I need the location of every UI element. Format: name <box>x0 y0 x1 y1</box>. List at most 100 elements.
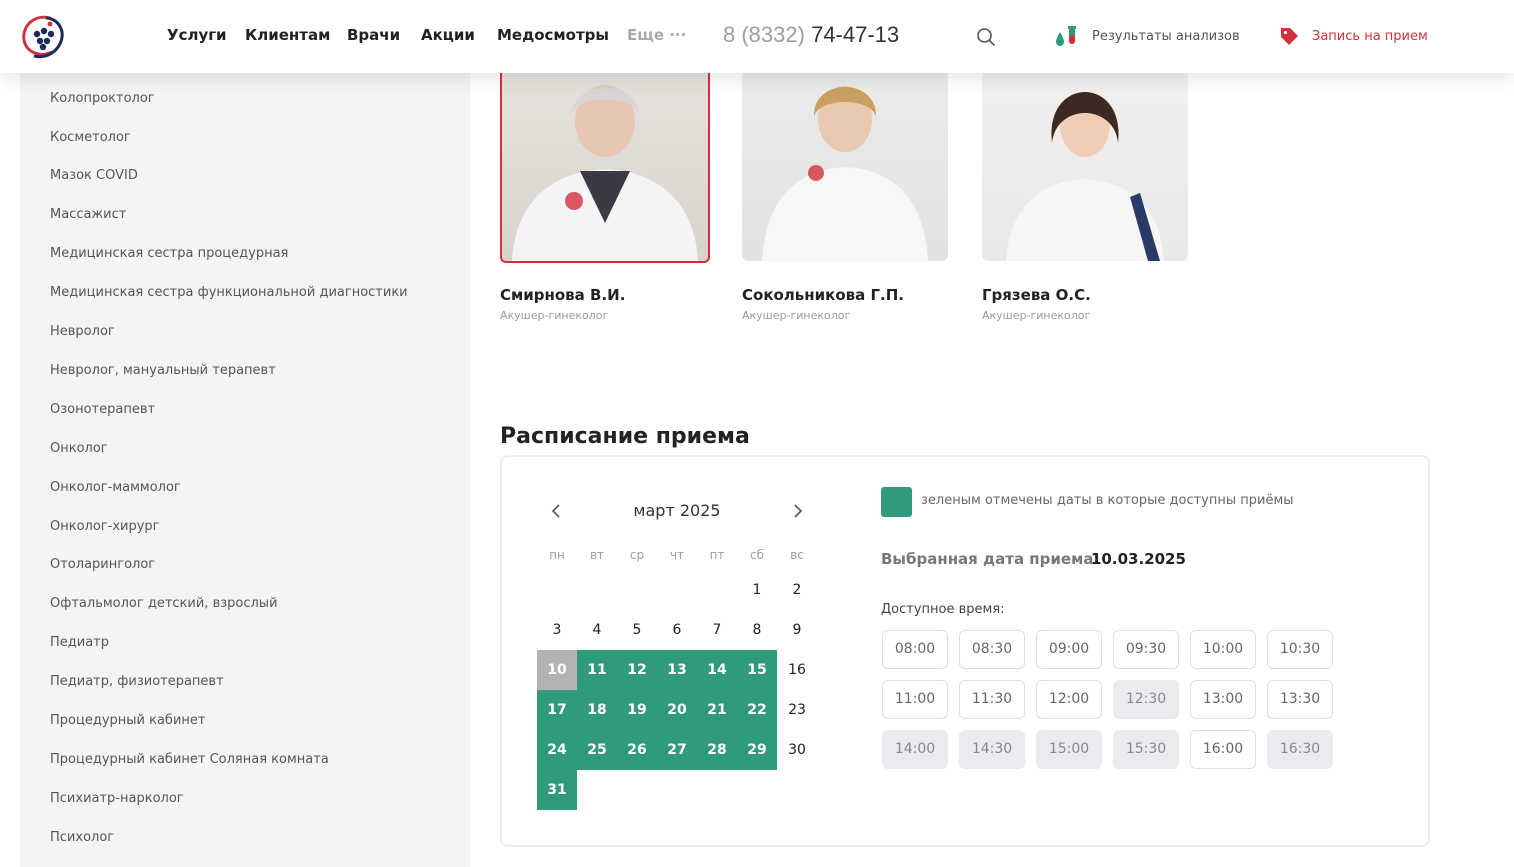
calendar-day[interactable]: 19 <box>617 690 657 730</box>
calendar-day[interactable]: 22 <box>737 690 777 730</box>
calendar-day[interactable]: 26 <box>617 730 657 770</box>
doctor-name[interactable]: Смирнова В.И. <box>500 286 625 304</box>
time-slot[interactable]: 13:00 <box>1190 680 1256 719</box>
calendar-day[interactable]: 24 <box>537 730 577 770</box>
sidebar-item[interactable]: Медицинская сестра функциональной диагно… <box>50 285 408 300</box>
time-slot-busy[interactable]: 12:30 <box>1113 680 1179 719</box>
calendar-day: 23 <box>788 702 806 718</box>
calendar-day[interactable]: 11 <box>577 650 617 690</box>
sidebar-item[interactable]: Невролог, мануальный терапевт <box>50 363 276 378</box>
specialty-sidebar: Колопроктолог Косметолог Мазок COVID Мас… <box>20 73 470 867</box>
time-slot[interactable]: 11:00 <box>882 680 948 719</box>
calendar-day[interactable]: 15 <box>737 650 777 690</box>
site-header: Услуги Клиентам Врачи Акции Медосмотры Е… <box>0 0 1514 73</box>
weekday-label: сб <box>750 548 764 562</box>
sidebar-item[interactable]: Психиатр-нарколог <box>50 791 184 806</box>
calendar-day: 16 <box>788 662 806 678</box>
time-slot-busy[interactable]: 15:00 <box>1036 730 1102 769</box>
sidebar-item[interactable]: Онколог-маммолог <box>50 480 181 495</box>
calendar-day[interactable]: 20 <box>657 690 697 730</box>
time-slot[interactable]: 10:00 <box>1190 630 1256 669</box>
nav-more[interactable]: Еще ··· <box>627 26 686 44</box>
calendar-day[interactable]: 14 <box>697 650 737 690</box>
time-slot-busy[interactable]: 14:00 <box>882 730 948 769</box>
clinic-logo-icon[interactable] <box>20 12 66 60</box>
time-slot-busy[interactable]: 15:30 <box>1113 730 1179 769</box>
calendar-day[interactable]: 12 <box>617 650 657 690</box>
lab-results-link[interactable]: Результаты анализов <box>1054 24 1240 48</box>
time-slot[interactable]: 16:00 <box>1190 730 1256 769</box>
doctor-name[interactable]: Сокольникова Г.П. <box>742 286 904 304</box>
sidebar-item[interactable]: Педиатр <box>50 635 109 650</box>
weekday-label: пн <box>549 548 565 562</box>
calendar-day: 9 <box>792 622 802 638</box>
sidebar-item[interactable]: Процедурный кабинет <box>50 713 205 728</box>
calendar-day: 30 <box>788 742 806 758</box>
doctor-card[interactable]: Смирнова В.И. Акушер-гинеколог <box>500 73 710 322</box>
weekday-label: пт <box>709 548 725 562</box>
schedule-title: Расписание приема <box>500 424 750 449</box>
sidebar-item[interactable]: Онколог <box>50 441 108 456</box>
sidebar-item[interactable]: Отоларинголог <box>50 557 155 572</box>
doctor-card[interactable]: Сокольникова Г.П. Акушер-гинеколог <box>742 73 952 322</box>
doctor-portrait-icon <box>512 85 698 261</box>
time-slot[interactable]: 08:00 <box>882 630 948 669</box>
sidebar-item[interactable]: Невролог <box>50 324 115 339</box>
calendar-day[interactable]: 27 <box>657 730 697 770</box>
page: { "header": { "nav": [ {"label": "Услуги… <box>0 0 1514 867</box>
chevron-left-icon[interactable] <box>548 503 564 519</box>
nav-medical-exams[interactable]: Медосмотры <box>497 26 609 44</box>
sidebar-item[interactable]: Косметолог <box>50 130 131 145</box>
sidebar-item[interactable]: Онколог-хирург <box>50 519 160 534</box>
nav-services[interactable]: Услуги <box>167 26 227 44</box>
calendar-day[interactable]: 13 <box>657 650 697 690</box>
sidebar-item[interactable]: Психолог <box>50 830 114 845</box>
time-slot[interactable]: 13:30 <box>1267 680 1333 719</box>
selected-date-value: 10.03.2025 <box>1091 550 1186 568</box>
calendar-day[interactable]: 17 <box>537 690 577 730</box>
sidebar-item[interactable]: Мазок COVID <box>50 168 138 183</box>
doctor-name[interactable]: Грязева О.С. <box>982 286 1091 304</box>
calendar-day[interactable]: 18 <box>577 690 617 730</box>
sidebar-item[interactable]: Офтальмолог детский, взрослый <box>50 596 278 611</box>
time-slot[interactable]: 09:30 <box>1113 630 1179 669</box>
sidebar-item[interactable]: Озонотерапевт <box>50 402 155 417</box>
time-slot[interactable]: 10:30 <box>1267 630 1333 669</box>
sidebar-item[interactable]: Педиатр, физиотерапевт <box>50 674 224 689</box>
book-appointment-link[interactable]: Запись на прием <box>1278 24 1428 48</box>
calendar-day[interactable]: 21 <box>697 690 737 730</box>
time-slot[interactable]: 08:30 <box>959 630 1025 669</box>
doctor-card[interactable]: Грязева О.С. Акушер-гинеколог <box>982 73 1192 322</box>
time-slot-busy[interactable]: 16:30 <box>1267 730 1333 769</box>
sidebar-item[interactable]: Колопроктолог <box>50 91 155 106</box>
calendar-day[interactable]: 29 <box>737 730 777 770</box>
sidebar-item[interactable]: Массажист <box>50 207 126 222</box>
search-icon[interactable] <box>976 27 996 47</box>
nav-doctors[interactable]: Врачи <box>347 26 400 44</box>
nav-clients[interactable]: Клиентам <box>245 26 330 44</box>
calendar-day: 8 <box>752 622 762 638</box>
time-slot[interactable]: 09:00 <box>1036 630 1102 669</box>
phone-number[interactable]: 8 (8332) 74-47-13 <box>723 22 899 48</box>
legend-swatch <box>881 487 912 517</box>
doctor-photo <box>742 73 948 261</box>
calendar-day: 7 <box>712 622 722 638</box>
doctor-specialty: Акушер-гинеколог <box>500 309 609 322</box>
nav-promotions[interactable]: Акции <box>421 26 475 44</box>
tag-icon <box>1281 28 1298 45</box>
weekday-label: вс <box>790 548 804 562</box>
calendar-day: 6 <box>672 622 682 638</box>
calendar-day[interactable]: 28 <box>697 730 737 770</box>
time-slot[interactable]: 11:30 <box>959 680 1025 719</box>
sidebar-item[interactable]: Медицинская сестра процедурная <box>50 246 288 261</box>
time-slot[interactable]: 12:00 <box>1036 680 1102 719</box>
calendar-day-selected[interactable]: 10 <box>537 650 577 690</box>
chevron-right-icon[interactable] <box>790 503 806 519</box>
legend-text: зеленым отмечены даты в которые доступны… <box>921 493 1294 508</box>
sidebar-item[interactable]: Процедурный кабинет Соляная комната <box>50 752 329 767</box>
calendar-day[interactable]: 31 <box>537 770 577 810</box>
doctor-specialty: Акушер-гинеколог <box>982 309 1091 322</box>
time-slot-busy[interactable]: 14:30 <box>959 730 1025 769</box>
doctor-portrait-icon <box>1006 92 1164 261</box>
calendar-day[interactable]: 25 <box>577 730 617 770</box>
